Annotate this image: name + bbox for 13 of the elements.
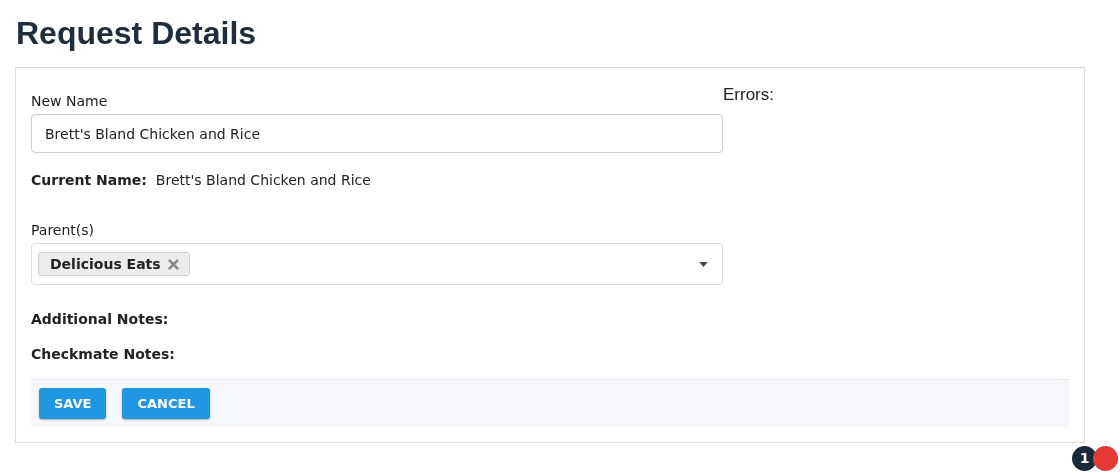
name-input[interactable]: Brett's Bland Chicken and Rice xyxy=(31,114,723,153)
field-label: Parent(s) xyxy=(31,222,96,238)
notification-badge: 1 xyxy=(1072,446,1097,471)
field-label: New Name xyxy=(31,93,109,109)
errors-label: Errors: xyxy=(723,85,774,105)
parent-select[interactable]: Delicious Eats xyxy=(31,243,723,285)
parent-tag[interactable]: Delicious Eats xyxy=(38,252,190,276)
caret-icon[interactable] xyxy=(699,261,708,267)
page-title: Request Details xyxy=(16,14,258,52)
current-name: Current Name: Brett's Bland Chicken and Rice xyxy=(31,172,372,188)
remove-icon[interactable] xyxy=(167,258,179,270)
notes-label: Additional Notes: xyxy=(31,311,170,327)
notes-label: Checkmate Notes: xyxy=(31,346,176,362)
